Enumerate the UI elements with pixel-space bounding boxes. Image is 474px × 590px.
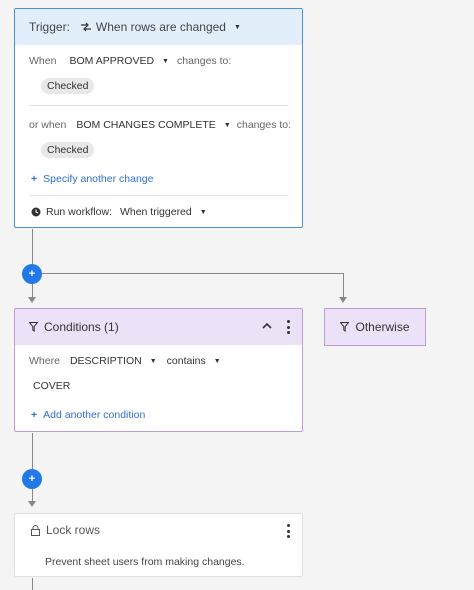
refresh-icon [80, 22, 92, 32]
when-field-label: BOM APPROVED [69, 55, 155, 67]
divider [29, 105, 288, 106]
chevron-down-icon: ▼ [223, 121, 231, 129]
chevron-down-icon: ▼ [213, 357, 221, 365]
conditions-header[interactable]: Conditions (1) [15, 309, 302, 345]
when-value-chip[interactable]: Checked [41, 78, 95, 94]
chevron-down-icon: ▼ [162, 57, 169, 65]
plus-icon: + [28, 473, 36, 485]
conditions-card: Conditions (1) Where DESCRIPTION ▼ conta… [14, 308, 303, 432]
condition-row: Where DESCRIPTION ▼ contains ▼ [29, 355, 221, 367]
divider [29, 195, 288, 196]
add-step-button[interactable]: + [22, 264, 42, 284]
filter-icon [29, 322, 38, 332]
specify-link-label: Specify another change [43, 173, 154, 185]
or-when-value-chip[interactable]: Checked [41, 142, 95, 158]
trigger-type-label: When rows are changed [95, 20, 226, 34]
connector-line [42, 273, 343, 274]
lock-rows-description: Prevent sheet users from making changes. [45, 556, 245, 568]
run-workflow-row: Run workflow: When triggered ▼ [31, 206, 207, 218]
plus-icon: + [28, 268, 36, 280]
condition-operator-select[interactable]: contains ▼ [167, 355, 221, 367]
or-when-field-select[interactable]: BOM CHANGES COMPLETE ▼ [76, 119, 230, 131]
chevron-down-icon: ▼ [149, 357, 157, 365]
trigger-header: Trigger: When rows are changed ▼ [15, 9, 302, 45]
chevron-down-icon: ▼ [233, 23, 241, 31]
lock-rows-title: Lock rows [46, 523, 101, 537]
specify-another-change-link[interactable]: + Specify another change [31, 173, 153, 185]
chevron-down-icon: ▼ [199, 208, 207, 216]
more-vertical-icon[interactable] [283, 524, 293, 538]
connector-line [32, 284, 33, 298]
otherwise-label: Otherwise [355, 320, 410, 334]
chevron-up-icon[interactable] [262, 322, 272, 329]
connector-line [32, 433, 33, 469]
changes-to-label: changes to: [176, 55, 232, 67]
or-when-field-label: BOM CHANGES COMPLETE [76, 119, 216, 131]
connector-line [32, 578, 33, 590]
changes-to-label: changes to: [236, 119, 292, 131]
condition-value[interactable]: COVER [33, 380, 70, 392]
condition-field-select[interactable]: DESCRIPTION ▼ [70, 355, 157, 367]
run-workflow-value: When triggered [119, 206, 192, 218]
connector-line [32, 229, 33, 264]
lock-rows-card[interactable]: Lock rows Prevent sheet users from makin… [14, 513, 303, 577]
when-row: When BOM APPROVED ▼ changes to: [29, 55, 231, 67]
trigger-label: Trigger: [29, 20, 70, 34]
conditions-title: Conditions (1) [44, 320, 119, 334]
condition-operator-label: contains [166, 355, 206, 367]
add-condition-label: Add another condition [43, 409, 146, 421]
when-field-select[interactable]: BOM APPROVED ▼ [69, 55, 169, 67]
run-workflow-select[interactable]: When triggered ▼ [120, 206, 207, 218]
otherwise-card[interactable]: Otherwise [324, 308, 426, 346]
add-another-condition-link[interactable]: + Add another condition [31, 409, 145, 421]
where-label: Where [29, 355, 60, 367]
or-when-row: or when BOM CHANGES COMPLETE ▼ changes t… [29, 119, 291, 131]
plus-icon: + [31, 173, 38, 185]
filter-icon [340, 322, 350, 332]
condition-field-label: DESCRIPTION [69, 355, 142, 367]
arrow-down-icon [339, 297, 347, 303]
lock-icon [31, 524, 40, 536]
lock-rows-header: Lock rows [31, 523, 100, 537]
add-step-button[interactable]: + [22, 469, 42, 489]
when-label: When [29, 55, 57, 67]
trigger-type-select[interactable]: When rows are changed ▼ [80, 20, 241, 34]
arrow-down-icon [28, 297, 36, 303]
run-workflow-label: Run workflow: [46, 206, 112, 218]
trigger-card: Trigger: When rows are changed ▼ When BO… [14, 8, 303, 228]
connector-line [343, 273, 344, 300]
more-vertical-icon[interactable] [283, 320, 293, 334]
arrow-down-icon [28, 501, 36, 507]
clock-icon [31, 207, 41, 217]
plus-icon: + [31, 409, 38, 421]
or-when-label: or when [29, 119, 67, 131]
